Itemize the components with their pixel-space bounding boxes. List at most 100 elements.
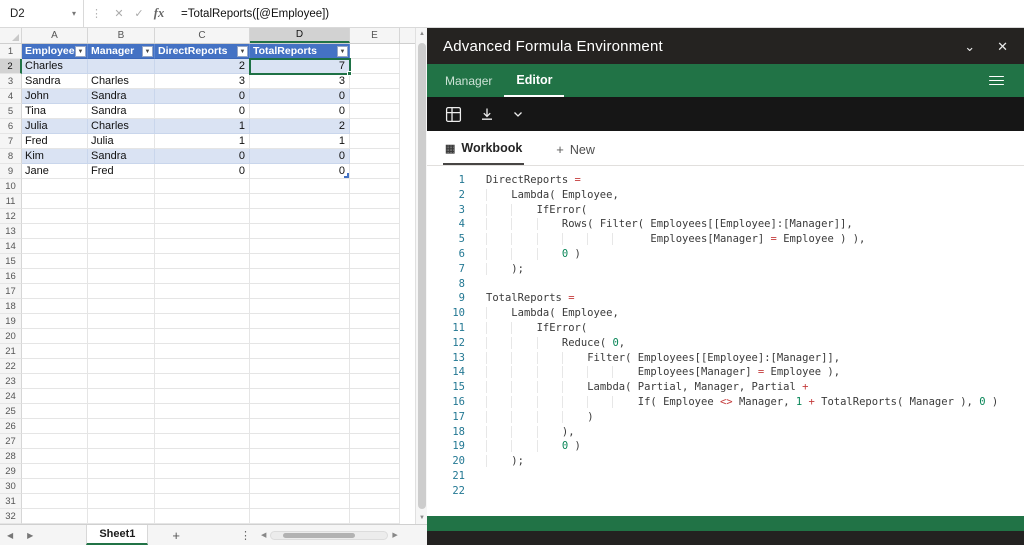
cell-b7[interactable]: Julia [88, 134, 155, 149]
cell-c14[interactable] [155, 239, 250, 254]
cell-c22[interactable] [155, 359, 250, 374]
cell-e23[interactable] [350, 374, 400, 389]
insert-function-icon[interactable]: fx [149, 6, 169, 21]
tab-editor[interactable]: Editor [504, 64, 564, 97]
name-box-dropdown-icon[interactable]: ▾ [72, 9, 76, 18]
cell-a19[interactable] [22, 314, 88, 329]
cell-a28[interactable] [22, 449, 88, 464]
cell-d20[interactable] [250, 329, 350, 344]
cell-e25[interactable] [350, 404, 400, 419]
cell-e8[interactable] [350, 149, 400, 164]
cell-a13[interactable] [22, 224, 88, 239]
cell-a14[interactable] [22, 239, 88, 254]
cell-c4[interactable]: 0 [155, 89, 250, 104]
cell-a16[interactable] [22, 269, 88, 284]
cell-c27[interactable] [155, 434, 250, 449]
row-header-11[interactable]: 11 [0, 194, 22, 209]
cell-b2[interactable] [88, 59, 155, 74]
cell-d8[interactable]: 0 [250, 149, 350, 164]
cell-b32[interactable] [88, 509, 155, 524]
cell-c13[interactable] [155, 224, 250, 239]
cell-a9[interactable]: Jane [22, 164, 88, 179]
cell-c15[interactable] [155, 254, 250, 269]
cell-e30[interactable] [350, 479, 400, 494]
cell-c25[interactable] [155, 404, 250, 419]
cell-b16[interactable] [88, 269, 155, 284]
cell-e12[interactable] [350, 209, 400, 224]
cell-d17[interactable] [250, 284, 350, 299]
column-header-d[interactable]: D [250, 28, 350, 43]
cell-a22[interactable] [22, 359, 88, 374]
cell-e20[interactable] [350, 329, 400, 344]
cell-c11[interactable] [155, 194, 250, 209]
select-all-corner[interactable] [0, 28, 22, 43]
cell-e24[interactable] [350, 389, 400, 404]
cell-a27[interactable] [22, 434, 88, 449]
menu-icon[interactable] [989, 73, 1004, 88]
cell-d10[interactable] [250, 179, 350, 194]
cell-a12[interactable] [22, 209, 88, 224]
cell-a5[interactable]: Tina [22, 104, 88, 119]
cell-d25[interactable] [250, 404, 350, 419]
cell-d24[interactable] [250, 389, 350, 404]
row-header-24[interactable]: 24 [0, 389, 22, 404]
cell-d3[interactable]: 3 [250, 74, 350, 89]
cell-c2[interactable]: 2 [155, 59, 250, 74]
cell-d32[interactable] [250, 509, 350, 524]
cell-b18[interactable] [88, 299, 155, 314]
cell-e5[interactable] [350, 104, 400, 119]
cell-e7[interactable] [350, 134, 400, 149]
cell-c12[interactable] [155, 209, 250, 224]
cancel-icon[interactable]: ✕ [109, 7, 129, 20]
cell-c8[interactable]: 0 [155, 149, 250, 164]
row-header-28[interactable]: 28 [0, 449, 22, 464]
cell-d18[interactable] [250, 299, 350, 314]
cell-e6[interactable] [350, 119, 400, 134]
cell-c3[interactable]: 3 [155, 74, 250, 89]
cell-e1[interactable] [350, 44, 400, 59]
cell-c19[interactable] [155, 314, 250, 329]
cell-a4[interactable]: John [22, 89, 88, 104]
cell-b15[interactable] [88, 254, 155, 269]
row-header-19[interactable]: 19 [0, 314, 22, 329]
cell-b3[interactable]: Charles [88, 74, 155, 89]
collapse-panel-icon[interactable]: ⌄ [964, 40, 975, 53]
cell-c16[interactable] [155, 269, 250, 284]
cell-a2[interactable]: Charles [22, 59, 88, 74]
filter-dropdown-icon[interactable]: ▼ [142, 46, 153, 57]
row-header-20[interactable]: 20 [0, 329, 22, 344]
cell-e13[interactable] [350, 224, 400, 239]
row-header-1[interactable]: 1 [0, 44, 22, 59]
cell-d4[interactable]: 0 [250, 89, 350, 104]
cell-e4[interactable] [350, 89, 400, 104]
cell-b5[interactable]: Sandra [88, 104, 155, 119]
row-header-16[interactable]: 16 [0, 269, 22, 284]
cell-b9[interactable]: Fred [88, 164, 155, 179]
row-header-5[interactable]: 5 [0, 104, 22, 119]
cell-a29[interactable] [22, 464, 88, 479]
vertical-scrollbar-thumb[interactable] [418, 43, 426, 509]
cell-a21[interactable] [22, 344, 88, 359]
cell-d12[interactable] [250, 209, 350, 224]
cell-b29[interactable] [88, 464, 155, 479]
add-sheet-icon[interactable]: + [172, 528, 180, 543]
cell-b30[interactable] [88, 479, 155, 494]
cell-d15[interactable] [250, 254, 350, 269]
cell-b11[interactable] [88, 194, 155, 209]
cell-e29[interactable] [350, 464, 400, 479]
cell-b20[interactable] [88, 329, 155, 344]
cell-c31[interactable] [155, 494, 250, 509]
cell-e21[interactable] [350, 344, 400, 359]
row-header-17[interactable]: 17 [0, 284, 22, 299]
cell-d21[interactable] [250, 344, 350, 359]
cell-a8[interactable]: Kim [22, 149, 88, 164]
cell-e31[interactable] [350, 494, 400, 509]
formula-input[interactable]: =TotalReports([@Employee]) [181, 8, 329, 20]
filter-dropdown-icon[interactable]: ▼ [237, 46, 248, 57]
cell-b24[interactable] [88, 389, 155, 404]
cell-b22[interactable] [88, 359, 155, 374]
cell-a23[interactable] [22, 374, 88, 389]
cell-a6[interactable]: Julia [22, 119, 88, 134]
cell-e18[interactable] [350, 299, 400, 314]
cell-d6[interactable]: 2 [250, 119, 350, 134]
